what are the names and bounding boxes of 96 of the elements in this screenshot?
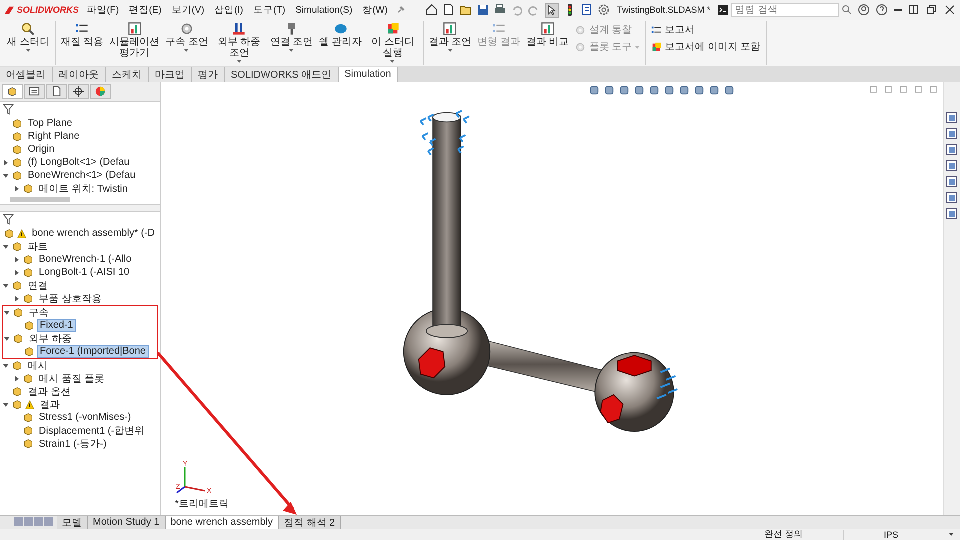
print-icon (494, 4, 506, 16)
collapse-arrow-icon[interactable] (3, 282, 9, 288)
collapse-arrow-icon[interactable] (3, 172, 9, 178)
tree-item[interactable]: 메시 (25, 358, 51, 374)
ribbon-button[interactable]: 새 스터디 (5, 21, 52, 53)
tree-item[interactable]: BoneWrench<1> (Defau (25, 169, 139, 182)
tree-item[interactable]: Displacement1 (-합변위 (36, 422, 148, 438)
collapse-arrow-icon[interactable] (3, 244, 9, 250)
undo-icon (510, 4, 523, 16)
help-icon (876, 4, 888, 16)
tree-item[interactable]: Stress1 (-vonMises-) (36, 411, 134, 424)
search-field[interactable]: 명령 검색 (731, 3, 839, 17)
study-tab[interactable]: bone wrench assembly (166, 516, 279, 529)
units-dropdown[interactable]: IPS (843, 530, 954, 540)
save-icon (476, 4, 489, 16)
tree-item[interactable]: LongBolt-1 (-AISI 10 (36, 266, 133, 279)
tree-item[interactable]: Right Plane (25, 130, 83, 143)
ribbon-tab[interactable]: SOLIDWORKS 애드인 (225, 67, 339, 82)
terminal-icon (718, 5, 728, 15)
ribbon-button[interactable]: 이 스터디 실행 (366, 21, 420, 64)
caret-icon (949, 533, 954, 536)
ribbon-button[interactable]: 연결 조언 (268, 21, 316, 53)
ribbon-tab[interactable]: 평가 (192, 67, 225, 82)
tree-item[interactable]: (f) LongBolt<1> (Defau (25, 156, 133, 169)
document-icon (442, 4, 455, 16)
property-manager-tab[interactable] (24, 84, 45, 99)
ribbon-tab[interactable]: Simulation (338, 67, 398, 82)
study-tab[interactable]: 정적 해석 2 (279, 516, 342, 529)
tree-item[interactable]: 메이트 위치: Twistin (36, 180, 131, 196)
filter-icon (3, 214, 14, 225)
pin-icon (396, 5, 406, 15)
tree-item[interactable]: 외부 하중 (26, 330, 75, 346)
ribbon-button[interactable]: 결과 조언 (426, 21, 474, 53)
document-icon (51, 86, 62, 97)
tree-item[interactable]: 구속 (26, 304, 52, 320)
crosshair-icon (73, 86, 84, 97)
tree-item[interactable]: 부품 상호작용 (36, 290, 105, 306)
menu-item[interactable]: 삽입(I) (212, 2, 246, 18)
tree-item[interactable]: Top Plane (25, 117, 76, 130)
tree-item[interactable]: bone wrench assembly* (-D (29, 227, 158, 240)
window-title: TwistingBolt.SLDASM * (616, 5, 712, 15)
ribbon-button[interactable]: 쉘 관리자 (317, 21, 364, 49)
ribbon-button[interactable]: 외부 하중 조언 (212, 21, 266, 64)
arrow-down-icon (232, 22, 246, 36)
tree-item[interactable]: 메시 품질 플롯 (36, 370, 108, 386)
menu-item[interactable]: 파일(F) (85, 2, 122, 18)
filter-icon (3, 104, 14, 115)
study-tab[interactable]: Motion Study 1 (88, 516, 166, 529)
expand-arrow-icon[interactable] (14, 270, 20, 276)
tree-item[interactable]: 결과 (37, 396, 63, 412)
collapse-arrow-icon[interactable] (4, 310, 10, 316)
ribbon-button[interactable]: 보고서에 이미지 포함 (649, 40, 763, 54)
dimension-tab[interactable] (68, 84, 89, 99)
status-text: 완전 정의 (764, 528, 803, 540)
menu-item[interactable]: 보기(V) (170, 2, 206, 18)
scrollbar[interactable] (10, 197, 70, 202)
user-icon (858, 4, 870, 16)
ribbon-button[interactable]: 결과 비교 (524, 21, 572, 49)
app-logo: SOLIDWORKS (17, 5, 79, 15)
tree-item[interactable]: Strain1 (-등가-) (36, 436, 110, 452)
ribbon-tab[interactable]: 레이아웃 (53, 67, 106, 82)
collapse-arrow-icon[interactable] (3, 362, 9, 368)
ribbon-button[interactable]: 보고서 (649, 23, 763, 37)
expand-arrow-icon[interactable] (14, 296, 20, 302)
tree-item[interactable]: Fixed-1 (37, 319, 76, 332)
redo-icon (528, 4, 540, 16)
ribbon-tab[interactable]: 어셈블리 (0, 67, 53, 82)
feature-manager-tab[interactable] (2, 84, 23, 99)
search-icon[interactable] (842, 5, 852, 15)
tree-item[interactable]: Force-1 (Imported|Bone (37, 345, 149, 358)
study-tab[interactable]: 모델 (57, 516, 88, 529)
select-tool-button[interactable] (544, 2, 559, 18)
menu-item[interactable]: 창(W) (360, 2, 390, 18)
menu-item[interactable]: 도구(T) (251, 2, 288, 18)
expand-arrow-icon[interactable] (14, 376, 20, 382)
ribbon-button[interactable]: 구속 조언 (164, 21, 210, 53)
ribbon-tab[interactable]: 마크업 (149, 67, 192, 82)
ribbon-tab[interactable]: 스케치 (106, 67, 149, 82)
tree-item[interactable]: Origin (25, 143, 58, 156)
settings-icon (598, 4, 610, 16)
expand-arrow-icon[interactable] (14, 256, 20, 262)
menu-item[interactable]: 편집(E) (127, 2, 164, 18)
menu-item[interactable]: Simulation(S) (294, 4, 355, 16)
ds-logo-icon (4, 4, 15, 16)
collapse-arrow-icon[interactable] (4, 336, 10, 342)
tree-item[interactable]: 파트 (25, 238, 51, 254)
expand-arrow-icon[interactable] (14, 186, 20, 192)
collapse-arrow-icon[interactable] (3, 402, 9, 408)
ribbon-button[interactable]: 재질 적용 (58, 21, 106, 49)
tree-item[interactable]: 연결 (25, 278, 51, 294)
expand-arrow-icon[interactable] (3, 160, 9, 166)
tree-item[interactable]: 결과 옵션 (25, 384, 74, 400)
ribbon-button[interactable]: 시뮬레이션 평가기 (108, 21, 162, 60)
tree-item[interactable]: BoneWrench-1 (-Allo (36, 253, 135, 266)
view-orientation-label: *트리메트릭 (175, 498, 229, 511)
configuration-tab[interactable] (46, 84, 67, 99)
